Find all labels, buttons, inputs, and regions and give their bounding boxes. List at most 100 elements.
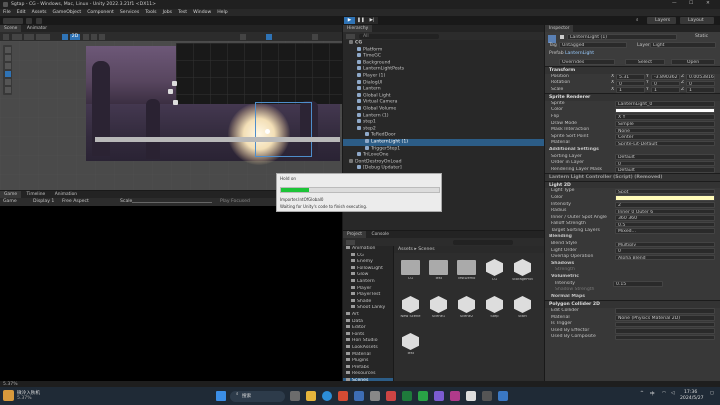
project-tree-item[interactable]: Glow [343,272,393,279]
layers-dropdown[interactable]: Layers [647,16,676,24]
tab-timeline[interactable]: Timeline [23,191,50,198]
add-icon[interactable] [346,33,355,39]
file-explorer-icon[interactable] [306,391,316,401]
transform-header[interactable]: Transform [545,66,720,74]
menu-item[interactable]: Edit [14,9,29,16]
transform-z-field[interactable]: 0.0053816 [686,74,715,80]
collab-icon[interactable] [36,17,42,24]
play-icon[interactable]: ▶ [344,17,355,24]
transform-y-field[interactable]: 1 [651,87,680,93]
property-value[interactable]: None (Physics Material 2D) [615,315,715,321]
project-tree-item[interactable]: PlayerTest [343,292,393,299]
menu-item[interactable]: Assets [29,9,50,16]
project-tree-item[interactable]: Hori Studio [343,338,393,345]
tab-scene[interactable]: Scene [0,25,22,32]
project-tree-item[interactable]: CG [343,252,393,260]
game-viewport[interactable] [0,206,342,381]
menu-item[interactable]: Tools [142,9,159,16]
menu-item[interactable]: Services [117,9,142,16]
hierarchy-item[interactable]: step1 [343,119,544,126]
shadows-foldout[interactable]: Shadows [545,261,720,268]
draw-mode-icon[interactable] [62,33,68,40]
clock-time[interactable]: 17:36 [684,390,697,395]
property-value[interactable]: 2 [615,202,715,208]
tab-inspector[interactable]: Inspector [545,25,574,32]
object-name-field[interactable]: LanternLight (1) [567,34,677,40]
hierarchy-item[interactable]: LanternLightPosts [343,66,544,73]
hierarchy-item[interactable]: Global Volume [343,105,544,113]
custom-tool-icon[interactable] [4,87,11,93]
pivot-dropdown[interactable] [12,33,22,40]
hierarchy-item[interactable]: TeRedDoor [343,132,544,139]
project-search[interactable] [453,239,513,245]
move-tool-icon[interactable] [4,55,11,61]
property-value[interactable]: Alpha Blend [615,254,715,261]
hierarchy-item[interactable]: Lantern [343,86,544,93]
property-value[interactable]: 0 [615,248,715,254]
volumetric-foldout[interactable]: Volumetric [545,274,720,281]
hierarchy-item[interactable]: Background [343,59,544,67]
transform-y-field[interactable]: 0 [651,80,680,87]
project-tree-item[interactable]: Plugins [343,358,393,365]
property-value[interactable]: LanternLight_0 [615,101,715,107]
game-mode-dropdown[interactable]: Game [3,198,17,206]
property-value[interactable]: 0 [615,160,715,167]
unity-taskbar-icon[interactable] [466,391,476,401]
polygon-collider-header[interactable]: Polygon Collider 2D [545,300,720,308]
hierarchy-item[interactable]: Player (1) [343,72,544,80]
maximize-button[interactable]: ☐ [689,1,693,6]
asset-scene[interactable]: Test [398,332,423,365]
gizmos-icon[interactable] [240,33,246,40]
hierarchy-item[interactable]: Lantern (1) [343,112,544,120]
property-value[interactable]: X Y [615,114,715,121]
play-focused-dropdown[interactable]: Play Focused [220,198,250,206]
clock-date[interactable]: 2024/5/27 [680,396,704,401]
static-toggle[interactable]: Static [695,34,708,39]
additional-settings[interactable]: Additional Settings [545,147,720,154]
project-tree-item[interactable]: FollowLight [343,265,393,273]
breadcrumb-assets[interactable]: Assets [398,247,413,252]
property-value[interactable]: Default [615,154,715,160]
step-icon[interactable]: ▶| [367,17,377,24]
project-tree-item[interactable]: Resources [343,371,393,378]
app-icon[interactable] [498,391,508,401]
notification-icon[interactable]: ◻ [710,391,714,396]
volume-icon[interactable]: ◁ [671,391,675,396]
app-icon[interactable] [450,391,460,401]
menu-item[interactable]: Component [84,9,117,16]
asset-scene[interactable]: New Scene [398,295,423,328]
asset-scene[interactable]: Step [482,295,507,328]
active-checkbox[interactable] [560,35,564,39]
selection-rect[interactable] [255,102,312,157]
property-value[interactable]: Default [615,167,715,173]
blending-foldout[interactable]: Blending [545,234,720,241]
property-value[interactable]: Inner 0 Outer 6 [615,208,715,215]
property-value[interactable]: Center [615,134,715,140]
menu-item[interactable]: Test [175,9,190,16]
tab-animator[interactable]: Animator [23,25,51,32]
menu-item[interactable]: Jobs [160,9,175,16]
property-value[interactable] [615,321,715,328]
hierarchy-item[interactable]: TriLoveOne [343,152,544,159]
tag-dropdown[interactable]: Untagged [559,42,627,48]
color-field[interactable] [615,107,715,114]
hierarchy-item[interactable]: DialogUI [343,79,544,87]
rect-tool-icon[interactable] [4,71,11,77]
project-tree-item[interactable]: Player [343,285,393,293]
sprite-renderer-header[interactable]: Sprite Renderer [545,93,720,101]
global-dropdown[interactable] [24,33,34,40]
menu-item[interactable]: Help [214,9,230,16]
color-field[interactable] [615,195,715,201]
transform-z-field[interactable]: 1 [686,87,715,93]
hierarchy-item[interactable]: Virtual Camera [343,99,544,106]
task-view-icon[interactable] [290,391,300,401]
app-icon[interactable] [434,391,444,401]
normal-maps-foldout[interactable]: Normal Maps [545,294,720,301]
edge-icon[interactable] [322,391,332,401]
select-button[interactable]: Select [625,59,665,65]
close-button[interactable]: ✕ [706,1,710,6]
property-value[interactable]: 360 360 [615,215,715,221]
transform-z-field[interactable]: 0 [686,80,715,87]
audio-toggle-icon[interactable] [91,33,97,40]
asset-scene[interactable]: StoragePlot [510,258,535,291]
